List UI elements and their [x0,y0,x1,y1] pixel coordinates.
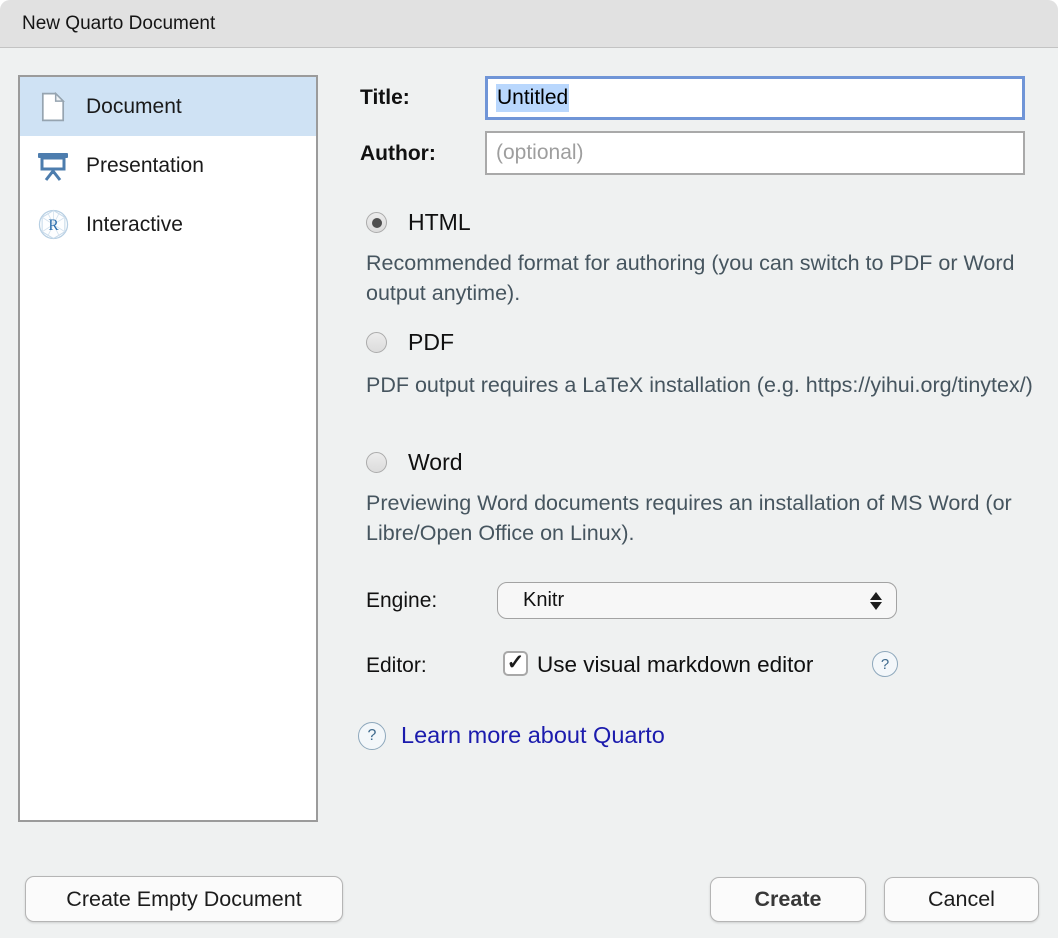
learn-more-help-icon[interactable]: ? [358,722,386,750]
format-option-word[interactable]: Word [366,449,463,476]
learn-more-link[interactable]: Learn more about Quarto [401,722,665,749]
engine-select[interactable]: Knitr [497,582,897,619]
word-format-description: Previewing Word documents requires an in… [366,488,1034,548]
engine-label: Engine: [366,589,437,613]
dialog-titlebar: New Quarto Document [0,0,1058,48]
title-input-selected-text: Untitled [496,84,569,112]
sidebar-item-label: Interactive [86,213,183,237]
visual-editor-help-icon[interactable]: ? [872,651,898,677]
create-empty-document-button[interactable]: Create Empty Document [25,876,343,922]
new-quarto-document-dialog: New Quarto Document Document [0,0,1058,938]
presentation-icon [37,150,69,182]
format-option-html[interactable]: HTML [366,209,471,236]
pdf-radio-label[interactable]: PDF [408,329,454,356]
dialog-title: New Quarto Document [22,13,215,35]
html-format-description: Recommended format for authoring (you ca… [366,248,1034,308]
pdf-radio-button[interactable] [366,332,387,353]
create-button[interactable]: Create [710,877,866,922]
author-field-label: Author: [360,142,436,166]
checkmark-icon: ✓ [507,650,525,675]
sidebar-item-interactive[interactable]: R Interactive [20,195,316,254]
html-radio-label[interactable]: HTML [408,209,471,236]
word-radio-button[interactable] [366,452,387,473]
sidebar-item-document[interactable]: Document [20,77,316,136]
title-input[interactable]: Untitled [485,76,1025,120]
author-input[interactable] [485,131,1025,175]
select-stepper-icon [870,592,882,610]
sidebar-item-label: Document [86,95,182,119]
html-radio-button[interactable] [366,212,387,233]
cancel-button[interactable]: Cancel [884,877,1039,922]
sidebar-item-presentation[interactable]: Presentation [20,136,316,195]
engine-selected-value: Knitr [523,589,870,612]
editor-label: Editor: [366,654,427,678]
visual-editor-checkbox[interactable]: ✓ [503,651,528,676]
document-type-list: Document Presentation R [18,75,318,822]
pdf-format-description: PDF output requires a LaTeX installation… [366,370,1034,400]
word-radio-label[interactable]: Word [408,449,463,476]
title-field-label: Title: [360,86,410,110]
interactive-r-icon: R [37,209,69,241]
format-option-pdf[interactable]: PDF [366,329,454,356]
sidebar-item-label: Presentation [86,154,204,178]
svg-text:R: R [48,217,59,234]
visual-editor-checkbox-label[interactable]: Use visual markdown editor [537,652,813,678]
document-icon [37,91,69,123]
